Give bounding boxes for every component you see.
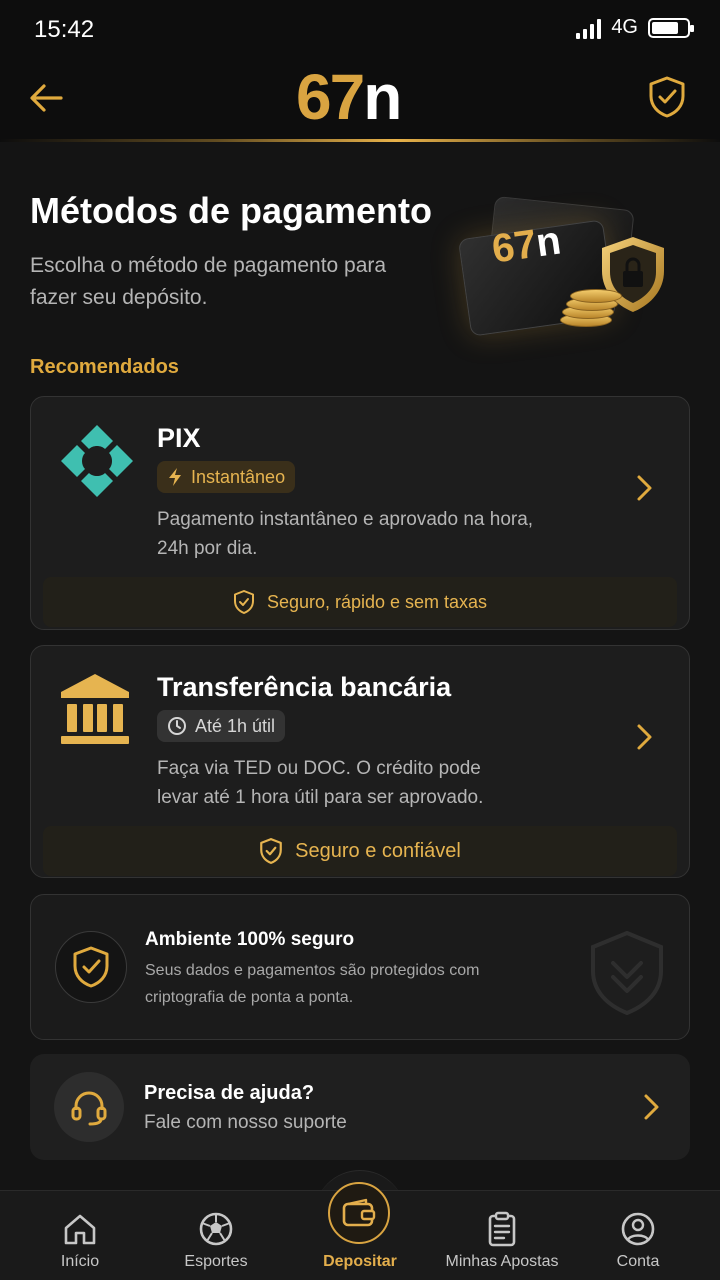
back-button[interactable] bbox=[24, 76, 68, 120]
soccer-ball-icon bbox=[196, 1209, 236, 1249]
method-footer: Seguro e confiável bbox=[43, 826, 677, 876]
nav-label: Conta bbox=[616, 1253, 660, 1270]
footer-label: Seguro, rápido e sem taxas bbox=[266, 591, 488, 612]
status-time: 15:42 bbox=[34, 16, 95, 43]
logo-number: 67 bbox=[296, 61, 365, 133]
secure-badge bbox=[55, 931, 127, 1003]
clipboard-icon bbox=[482, 1209, 522, 1249]
status-bar: 15:42 4G bbox=[0, 0, 720, 58]
header-divider bbox=[0, 139, 720, 142]
chevron-right-icon[interactable] bbox=[629, 473, 659, 503]
nav-item-inicio[interactable]: Início bbox=[30, 1191, 130, 1280]
card-logo-number: 67 bbox=[489, 221, 540, 272]
speed-badge: Instantâneo bbox=[157, 461, 296, 493]
method-description: Pagamento instantâneo e aprovado na hora… bbox=[157, 509, 534, 559]
nav-label: Início bbox=[60, 1253, 100, 1270]
app-logo: 67n bbox=[296, 60, 402, 134]
secure-title: Ambiente 100% seguro bbox=[145, 929, 355, 950]
lightning-icon bbox=[169, 468, 181, 486]
footer-label: Seguro e confiável bbox=[295, 839, 461, 862]
clock-icon bbox=[168, 717, 186, 735]
bank-icon bbox=[59, 672, 135, 748]
network-label: 4G bbox=[611, 16, 638, 38]
payment-method-pix[interactable]: PIX Instantâneo Pagamento instantâneo e … bbox=[30, 396, 690, 630]
coins-image bbox=[556, 289, 626, 329]
home-icon bbox=[60, 1209, 100, 1249]
method-footer: Seguro, rápido e sem taxas bbox=[43, 577, 677, 627]
cards-illustration: 67n bbox=[457, 195, 680, 345]
nav-item-conta[interactable]: Conta bbox=[588, 1191, 688, 1280]
badge-label: Até 1h útil bbox=[195, 715, 276, 736]
shield-check-icon bbox=[73, 946, 109, 988]
security-info-card: Ambiente 100% seguro Seus dados e pagame… bbox=[30, 894, 690, 1040]
shield-watermark-icon bbox=[591, 931, 663, 1015]
payment-method-bank-transfer[interactable]: Transferência bancária Até 1h útil Faça … bbox=[30, 645, 690, 878]
security-button[interactable] bbox=[644, 74, 690, 120]
shield-check-icon bbox=[233, 590, 254, 614]
method-description: Faça via TED ou DOC. O crédito pode leva… bbox=[157, 758, 484, 808]
support-badge bbox=[54, 1072, 124, 1142]
logo-letter: n bbox=[363, 61, 402, 133]
chevron-right-icon[interactable] bbox=[629, 722, 659, 752]
page-title: Métodos de pagamento bbox=[30, 190, 433, 231]
support-card[interactable]: Precisa de ajuda? Fale com nosso suporte bbox=[30, 1054, 690, 1160]
headset-icon bbox=[71, 1091, 107, 1126]
method-title: Transferência bancária bbox=[157, 672, 452, 702]
status-indicators: 4G bbox=[576, 16, 694, 39]
chevron-right-icon[interactable] bbox=[636, 1092, 666, 1122]
shield-check-icon bbox=[649, 76, 685, 118]
user-icon bbox=[618, 1209, 658, 1249]
card-logo: 67n bbox=[489, 218, 564, 272]
nav-item-minhas-apostas[interactable]: Minhas Apostas bbox=[440, 1191, 564, 1280]
deposit-button[interactable] bbox=[328, 1182, 390, 1244]
app-header: 67n bbox=[0, 58, 720, 142]
nav-label: Minhas Apostas bbox=[445, 1253, 559, 1270]
battery-icon bbox=[648, 17, 694, 38]
wallet-icon bbox=[342, 1198, 376, 1227]
nav-item-esportes[interactable]: Esportes bbox=[166, 1191, 266, 1280]
pix-icon bbox=[59, 423, 135, 499]
nav-label: Esportes bbox=[184, 1253, 248, 1270]
shield-check-icon bbox=[260, 838, 282, 864]
arrow-left-icon bbox=[30, 84, 63, 112]
signal-icon bbox=[576, 17, 602, 39]
time-badge: Até 1h útil bbox=[157, 710, 286, 742]
page-subtitle: Escolha o método de pagamento para fazer… bbox=[30, 254, 387, 309]
method-title: PIX bbox=[157, 423, 201, 453]
badge-label: Instantâneo bbox=[191, 466, 286, 487]
support-subtitle: Fale com nosso suporte bbox=[144, 1112, 347, 1133]
section-label-recommended: Recomendados bbox=[30, 356, 179, 378]
nav-label: Depositar bbox=[323, 1253, 397, 1270]
secure-description: Seus dados e pagamentos são protegidos c… bbox=[145, 962, 480, 1006]
support-title: Precisa de ajuda? bbox=[144, 1082, 315, 1104]
